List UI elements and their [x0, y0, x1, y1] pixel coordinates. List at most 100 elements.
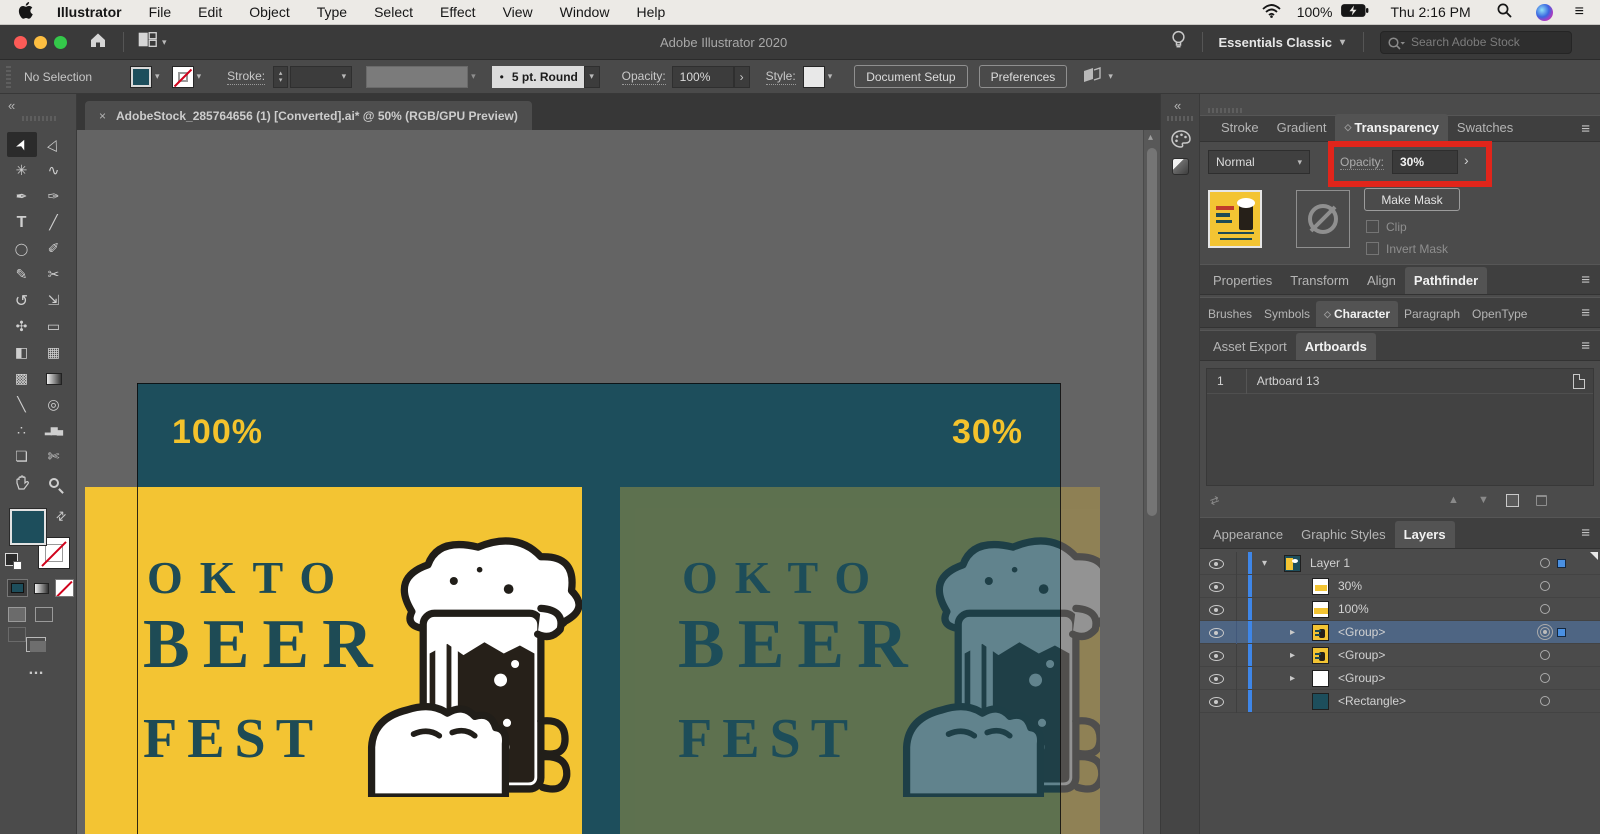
layer-name[interactable]: <Rectangle>: [1338, 694, 1406, 708]
scissors-tool[interactable]: ✂: [39, 262, 69, 287]
expander-chevron-icon[interactable]: ▸: [1290, 673, 1295, 684]
share-chevron-icon[interactable]: ▾: [1108, 71, 1113, 82]
menu-view[interactable]: View: [503, 4, 533, 20]
gradient-mode-button[interactable]: [31, 579, 52, 597]
pencil-tool[interactable]: ✎: [7, 262, 37, 287]
notification-center-icon[interactable]: ≡: [1575, 3, 1584, 21]
menu-edit[interactable]: Edit: [198, 4, 222, 20]
siri-icon[interactable]: [1535, 3, 1553, 21]
layer-row-rectangle[interactable]: <Rectangle>: [1200, 690, 1600, 713]
panel-menu-icon[interactable]: ≡: [1581, 120, 1590, 137]
visibility-eye-icon[interactable]: [1209, 628, 1224, 638]
tab-properties[interactable]: Properties: [1204, 267, 1281, 294]
edit-toolbar-ellipsis-icon[interactable]: …: [28, 661, 46, 679]
gradient-tool[interactable]: [39, 366, 69, 391]
tab-appearance[interactable]: Appearance: [1204, 521, 1292, 548]
perspective-grid-tool[interactable]: ▦: [39, 340, 69, 365]
mesh-tool[interactable]: ▩: [7, 366, 37, 391]
visibility-eye-icon[interactable]: [1209, 605, 1224, 615]
type-tool[interactable]: T: [7, 210, 37, 235]
dock-grip[interactable]: [1167, 116, 1195, 121]
layer-name[interactable]: 30%: [1338, 579, 1362, 593]
scroll-up-icon[interactable]: ▴: [1148, 132, 1153, 143]
apple-menu-icon[interactable]: [18, 2, 33, 22]
hand-tool[interactable]: [7, 470, 37, 495]
layer-row-group3[interactable]: ▸ <Group>: [1200, 667, 1600, 690]
fill-color-chevron-icon[interactable]: ▾: [155, 71, 160, 82]
expander-chevron-icon[interactable]: ▾: [1262, 558, 1267, 569]
move-down-icon[interactable]: ▼: [1478, 494, 1489, 506]
layer-name[interactable]: <Group>: [1338, 648, 1385, 662]
invert-mask-checkbox[interactable]: [1366, 242, 1379, 255]
curvature-tool[interactable]: ✑: [39, 184, 69, 209]
layer-thumbnail[interactable]: [1312, 670, 1329, 687]
poster-30-percent[interactable]: OKTO BEER FEST: [620, 487, 1100, 834]
menu-effect[interactable]: Effect: [440, 4, 476, 20]
stroke-weight-dropdown[interactable]: ▾: [290, 65, 353, 88]
default-fill-stroke-icon[interactable]: [5, 553, 22, 570]
panel-menu-icon[interactable]: ≡: [1581, 525, 1590, 542]
layer-row-layer1[interactable]: ▾ Layer 1: [1200, 552, 1600, 575]
screen-mode-icon[interactable]: [26, 637, 46, 652]
brush-definition-chevron[interactable]: ▾: [583, 65, 600, 88]
minimize-window-button[interactable]: [34, 35, 47, 49]
direct-selection-tool[interactable]: ▷: [39, 132, 69, 157]
selection-indicator[interactable]: [1557, 559, 1566, 568]
artboard-name[interactable]: Artboard 13: [1257, 374, 1320, 388]
draw-behind-mode-icon[interactable]: [35, 607, 54, 622]
document-tab[interactable]: × AdobeStock_285764656 (1) [Converted].a…: [85, 101, 532, 130]
none-mode-button[interactable]: [55, 579, 74, 597]
style-label[interactable]: Style:: [765, 69, 796, 85]
layer-thumbnail[interactable]: [1312, 601, 1329, 618]
selection-tool[interactable]: ➤: [6, 132, 37, 157]
label-30-percent[interactable]: 30%: [945, 413, 1023, 452]
visibility-eye-icon[interactable]: [1209, 651, 1224, 661]
menu-help[interactable]: Help: [636, 4, 665, 20]
menu-select[interactable]: Select: [374, 4, 413, 20]
panel-menu-icon[interactable]: ≡: [1581, 304, 1590, 321]
target-circle-icon[interactable]: [1540, 604, 1550, 614]
layer-name[interactable]: <Group>: [1338, 671, 1385, 685]
eyedropper-tool[interactable]: ╲: [7, 392, 37, 417]
layer-name[interactable]: 100%: [1338, 602, 1369, 616]
stroke-weight-stepper[interactable]: ▴ ▾: [273, 65, 289, 88]
lightbulb-discover-icon[interactable]: [1171, 30, 1186, 55]
tab-opentype[interactable]: OpenType: [1466, 301, 1533, 327]
color-guide-panel-icon[interactable]: [1172, 158, 1189, 175]
poster-100-percent[interactable]: OKTO BEER FEST: [85, 487, 582, 834]
layer-row-100[interactable]: 100%: [1200, 598, 1600, 621]
draw-normal-mode-icon[interactable]: [8, 607, 26, 622]
scale-tool[interactable]: ⇲: [39, 288, 69, 313]
object-thumbnail[interactable]: [1208, 190, 1262, 248]
column-graph-tool[interactable]: ▂▆▄: [39, 418, 69, 443]
menubar-clock[interactable]: Thu 2:16 PM: [1391, 4, 1471, 20]
tab-graphic-styles[interactable]: Graphic Styles: [1292, 521, 1395, 548]
blend-mode-dropdown[interactable]: Normal ▾: [1208, 150, 1310, 174]
target-circle-icon[interactable]: [1540, 673, 1550, 683]
blend-tool[interactable]: ◎: [39, 392, 69, 417]
tab-align[interactable]: Align: [1358, 267, 1405, 294]
stock-search-input[interactable]: [1380, 30, 1572, 54]
target-circle-icon[interactable]: [1540, 650, 1550, 660]
visibility-eye-icon[interactable]: [1209, 582, 1224, 592]
tab-swatches[interactable]: Swatches: [1448, 114, 1522, 141]
layer-thumbnail[interactable]: [1312, 578, 1329, 595]
lasso-tool[interactable]: ∿: [39, 158, 69, 183]
style-swatch[interactable]: [802, 65, 825, 88]
target-circle-icon[interactable]: [1540, 558, 1550, 568]
layer-row-group2[interactable]: ▸ <Group>: [1200, 644, 1600, 667]
variable-width-dropdown[interactable]: [366, 65, 469, 88]
target-circle-icon[interactable]: [1540, 581, 1550, 591]
document-setup-button[interactable]: Document Setup: [854, 65, 968, 88]
menu-type[interactable]: Type: [317, 4, 347, 20]
fill-indicator-swatch[interactable]: [9, 508, 47, 546]
puppet-warp-tool[interactable]: ✣: [7, 314, 37, 339]
visibility-eye-icon[interactable]: [1209, 559, 1224, 569]
toolbar-collapse-icon[interactable]: «: [8, 98, 15, 113]
tab-stroke[interactable]: Stroke: [1212, 114, 1268, 141]
menu-window[interactable]: Window: [560, 4, 610, 20]
panel-menu-icon[interactable]: ≡: [1581, 271, 1590, 288]
close-document-icon[interactable]: ×: [99, 109, 106, 123]
preferences-button[interactable]: Preferences: [978, 65, 1068, 88]
rotate-tool[interactable]: ↺: [7, 288, 37, 313]
